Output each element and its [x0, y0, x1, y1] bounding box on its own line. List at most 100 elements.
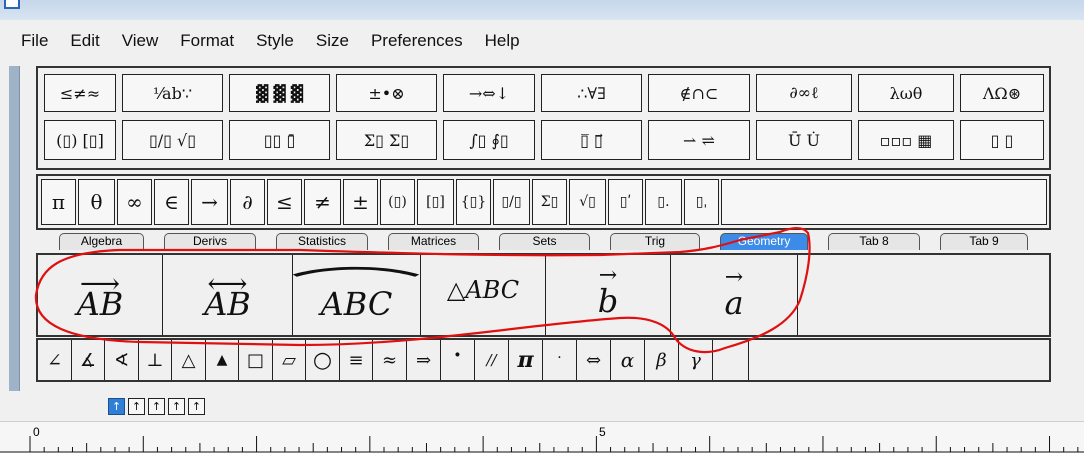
summation-template-button[interactable]: Σ▯ [532, 179, 567, 225]
approx-symbol-button[interactable]: ≈ [373, 340, 407, 380]
iff-arrow-symbol-button[interactable]: ⇔ [577, 340, 611, 380]
palette-arrows-button[interactable]: →⇔↓ [443, 74, 535, 112]
align-left-button[interactable]: ↑ [108, 398, 125, 415]
palette-boxes-button[interactable]: ▯ ▯ [960, 120, 1044, 160]
ruler-label-5: 5 [599, 425, 606, 439]
gamma-symbol-button[interactable]: γ [679, 340, 713, 380]
alpha-symbol-button[interactable]: α [611, 340, 645, 380]
spherical-angle-symbol-button[interactable]: ∢ [105, 340, 139, 380]
menu-view[interactable]: View [111, 31, 170, 51]
palette-integrals-button[interactable]: ∫▯ ∮▯ [443, 120, 535, 160]
tab-matrices[interactable]: Matrices [388, 233, 479, 250]
not-equal-symbol-button[interactable]: ≠ [304, 179, 341, 225]
vector-arrow-icon: → [598, 263, 618, 288]
palette-sets-button[interactable]: ∉∩⊂ [648, 74, 750, 112]
menu-size[interactable]: Size [305, 31, 360, 51]
tab-trig[interactable]: Trig [610, 233, 700, 250]
palette-relational-button[interactable]: ≤≠≈ [44, 74, 116, 112]
theta-symbol-button[interactable]: θ [78, 179, 115, 225]
palette-spaces-button[interactable]: ⅟ab∵ [122, 74, 223, 112]
pi-symbol-button[interactable]: π [41, 179, 76, 225]
menu-file[interactable]: File [10, 31, 59, 51]
palette-fractions-button[interactable]: ▯/▯ √▯ [122, 120, 223, 160]
brackets-template-button[interactable]: [▯] [417, 179, 454, 225]
palette-scripts-button[interactable]: ▯▯ ▯̄ [229, 120, 330, 160]
title-bar [0, 0, 1084, 20]
superscript-template-button[interactable]: ▯ʹ [608, 179, 643, 225]
square-symbol-button[interactable]: □ [239, 340, 273, 380]
tab-geometry[interactable]: Geometry [720, 233, 808, 250]
parentheses-template-button[interactable]: (▯) [380, 179, 415, 225]
geometry-template-bar: ⟶ AB ⟷ AB ⌒ ABC △ABC → b → a [36, 253, 1051, 337]
menu-style[interactable]: Style [245, 31, 305, 51]
center-dot-symbol-button[interactable]: · [543, 340, 577, 380]
align-decimal-button[interactable]: ↑ [188, 398, 205, 415]
ruler-label-0: 0 [33, 425, 40, 439]
less-equal-symbol-button[interactable]: ≤ [267, 179, 302, 225]
symbol-palette-bar: ≤≠≈ ⅟ab∵ ▓ ▓ ▓ ±•⊗ →⇔↓ ∴∀∃ ∉∩⊂ ∂∞ℓ λωθ Λ… [36, 66, 1051, 170]
triangle-symbol-button[interactable]: △ [172, 340, 206, 380]
palette-sums-button[interactable]: Σ▯ Σ▯ [336, 120, 437, 160]
tab-8[interactable]: Tab 8 [828, 233, 920, 250]
fraction-template-button[interactable]: ▯/▯ [493, 179, 530, 225]
triangle-template-button[interactable]: △ABC [421, 255, 546, 335]
vector-arrow-template-button[interactable]: ⟶ AB [38, 255, 163, 335]
palette-labeled-arrows-button[interactable]: ⇀ ⇌ [648, 120, 750, 160]
sub-superscript-template-button[interactable]: ▯ˌ [684, 179, 719, 225]
align-equals-button[interactable]: ↑ [168, 398, 185, 415]
ruler[interactable]: 0 5 [0, 421, 1084, 453]
tab-9[interactable]: Tab 9 [940, 233, 1028, 250]
menu-edit[interactable]: Edit [59, 31, 110, 51]
filled-triangle-symbol-button[interactable]: ▲ [206, 340, 239, 380]
partial-symbol-button[interactable]: ∂ [230, 179, 265, 225]
template-label-triangle-abc: △ABC [446, 276, 520, 304]
arc-accent-icon: ⌒ [289, 264, 424, 308]
align-right-button[interactable]: ↑ [148, 398, 165, 415]
tab-sets[interactable]: Sets [499, 233, 590, 250]
right-arrow-symbol-button[interactable]: → [191, 179, 228, 225]
menu-format[interactable]: Format [169, 31, 245, 51]
pi-italic-symbol-button[interactable]: π [509, 340, 543, 380]
menu-preferences[interactable]: Preferences [360, 31, 474, 51]
toolbar-grip[interactable] [9, 66, 20, 391]
vector-a-template-button[interactable]: → a [671, 255, 798, 335]
circle-symbol-button[interactable]: ○ [306, 340, 340, 380]
congruent-symbol-button[interactable]: ≡ [340, 340, 373, 380]
palette-misc-button[interactable]: ∂∞ℓ [756, 74, 852, 112]
parallelogram-symbol-button[interactable]: ▱ [273, 340, 306, 380]
palette-bars-button[interactable]: ▯̅ ▯⃗ [541, 120, 642, 160]
align-center-button[interactable]: ↑ [128, 398, 145, 415]
line-double-arrow-template-button[interactable]: ⟷ AB [163, 255, 293, 335]
tab-derivs[interactable]: Derivs [164, 233, 256, 250]
palette-fences-button[interactable]: (▯) [▯] [44, 120, 116, 160]
palette-embellishments-button[interactable]: ▓ ▓ ▓ [229, 74, 330, 112]
parallel-symbol-button[interactable]: // [475, 340, 509, 380]
palette-greek-upper-button[interactable]: ΛΩ⊛ [960, 74, 1044, 112]
tab-statistics[interactable]: Statistics [276, 233, 368, 250]
double-arrow-accent-icon: ⟷ [207, 267, 248, 300]
element-of-symbol-button[interactable]: ∈ [154, 179, 189, 225]
angle-symbol-button[interactable]: ∠ [38, 340, 72, 380]
small-symbol-bar: π θ ∞ ∈ → ∂ ≤ ≠ ± (▯) [▯] {▯} ▯/▯ Σ▯ √▯ … [36, 174, 1051, 230]
palette-logic-button[interactable]: ∴∀∃ [541, 74, 642, 112]
menu-help[interactable]: Help [474, 31, 531, 51]
palette-greek-lower-button[interactable]: λωθ [858, 74, 954, 112]
subscript-template-button[interactable]: ▯. [645, 179, 682, 225]
radical-template-button[interactable]: √▯ [569, 179, 606, 225]
palette-matrices-button[interactable]: ▫▫▫ ▦ [858, 120, 954, 160]
braces-template-button[interactable]: {▯} [456, 179, 491, 225]
palette-products-button[interactable]: Ū̇ U̇ [756, 120, 852, 160]
implies-symbol-button[interactable]: ⇒ [407, 340, 441, 380]
plus-minus-symbol-button[interactable]: ± [343, 179, 378, 225]
infinity-symbol-button[interactable]: ∞ [117, 179, 152, 225]
palette-operators-button[interactable]: ±•⊗ [336, 74, 437, 112]
vector-b-template-button[interactable]: → b [546, 255, 671, 335]
perpendicular-symbol-button[interactable]: ⊥ [139, 340, 172, 380]
measured-angle-symbol-button[interactable]: ∡ [72, 340, 105, 380]
empty-symbol-slot [713, 340, 749, 380]
arc-template-button[interactable]: ⌒ ABC [289, 255, 424, 335]
ruler-ticks: 0 5 [0, 425, 1084, 453]
dot-symbol-button[interactable]: · [441, 340, 475, 380]
tab-algebra[interactable]: Algebra [59, 233, 144, 250]
beta-symbol-button[interactable]: β [645, 340, 679, 380]
